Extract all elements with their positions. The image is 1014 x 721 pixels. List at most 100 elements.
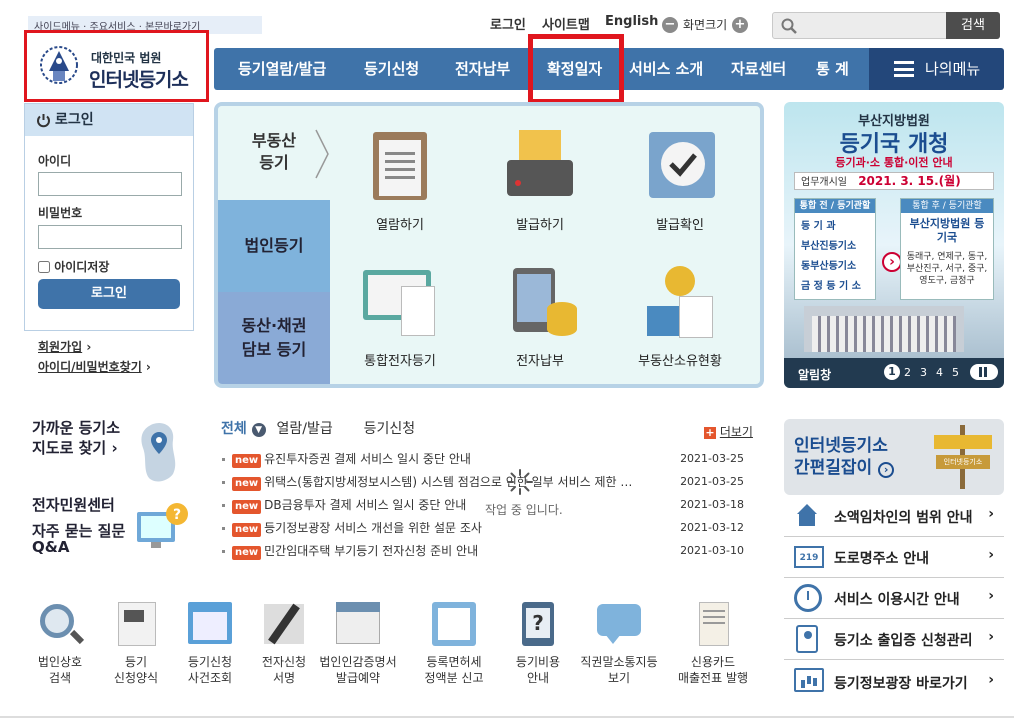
font-size-minus-button[interactable]: − xyxy=(662,17,678,33)
nav-service-intro[interactable]: 서비스 소개 xyxy=(629,48,703,90)
shortcut-seal-certificate[interactable]: 법인인감증명서 발급예약 xyxy=(318,600,398,686)
korea-map-pin-icon xyxy=(141,422,176,482)
news-more-link[interactable]: + 더보기 xyxy=(704,423,753,440)
question-phone-icon: ? xyxy=(514,600,562,648)
id-input[interactable] xyxy=(38,172,182,196)
search-icon xyxy=(781,18,797,34)
news-item[interactable]: new 위택스(통합지방세정보시스템) 시스템 점검으로 인한 일부 서비스 제한… xyxy=(222,473,752,496)
quick-guide-line2-row: 간편길잡이 › xyxy=(794,457,895,479)
nav-view-issue[interactable]: 등기열람/발급 xyxy=(238,48,326,90)
search-bar: 검색 xyxy=(772,12,1000,39)
quick-guide-line1: 인터넷등기소 xyxy=(794,436,888,456)
login-link[interactable]: 로그인 xyxy=(490,14,526,34)
banner-page-5[interactable]: 5 xyxy=(952,366,959,379)
nav-data-center[interactable]: 자료센터 xyxy=(731,48,786,90)
logo-big-text: 인터넷등기소 xyxy=(89,69,189,91)
service-integrated[interactable]: 통합전자등기 xyxy=(340,266,460,369)
arrow-circle-icon: › xyxy=(878,462,895,478)
service-issue[interactable]: 발급하기 xyxy=(480,130,600,233)
quick-link-service-hours[interactable]: 서비스 이용시간 안내 › xyxy=(784,578,1004,619)
news-item[interactable]: new 등기정보광장 서비스 개선을 위한 설문 조사 2021-03-12 xyxy=(222,519,752,542)
news-item[interactable]: new 민간임대주택 부기등기 전자신청 준비 안내 2021-03-10 xyxy=(222,542,752,565)
bottom-label-1a: 법인상호 xyxy=(37,655,83,669)
join-link[interactable]: 회원가입 › xyxy=(38,337,151,357)
service-ownership[interactable]: 부동산소유현황 xyxy=(620,266,740,369)
banner-page-3[interactable]: 3 xyxy=(920,366,927,379)
bottom-label-3b: 사건조회 xyxy=(187,671,233,685)
quick-guide-banner[interactable]: 인터넷등기소 간편길잡이 › 인터넷등기소 xyxy=(784,419,1004,495)
nav-registration[interactable]: 등기신청 xyxy=(364,48,419,90)
my-menu-button[interactable]: 나의메뉴 xyxy=(869,48,1004,90)
search-button[interactable]: 검색 xyxy=(946,12,1000,39)
site-logo[interactable]: 대한민국 법원 인터넷등기소 xyxy=(24,30,209,102)
banner-page-4[interactable]: 4 xyxy=(936,366,943,379)
news-title: 등기정보광장 서비스 개선을 위한 설문 조사 xyxy=(264,521,482,535)
civil-center-link[interactable]: 전자민원센터 자주 묻는 질문 Q&A xyxy=(32,497,125,555)
font-size-label: 화면크기 xyxy=(683,18,728,32)
service-verify[interactable]: 발급확인 xyxy=(620,130,740,233)
service-e-payment[interactable]: 전자납부 xyxy=(480,266,600,369)
civil-line1: 전자민원센터 xyxy=(32,496,115,514)
shortcut-corp-name-search[interactable]: 법인상호 검색 xyxy=(20,600,100,686)
shortcut-e-sign[interactable]: 전자신청 서명 xyxy=(244,600,324,686)
search-input[interactable] xyxy=(801,16,941,34)
new-badge: new xyxy=(232,454,262,468)
quick-link-road-address[interactable]: 219 도로명주소 안내 › xyxy=(784,537,1004,578)
service-issue-label: 발급하기 xyxy=(516,218,564,233)
chevron-right-icon: › xyxy=(988,672,994,688)
pause-icon[interactable] xyxy=(970,364,998,380)
shortcut-case-lookup[interactable]: 등기신청 사건조회 xyxy=(170,600,250,686)
shortcut-registry-fee[interactable]: ? 등기비용 안내 xyxy=(498,600,578,686)
news-item[interactable]: new 유진투자증권 결제 서비스 일시 중단 안내 2021-03-25 xyxy=(222,450,752,473)
banner-page-1[interactable]: 1 xyxy=(884,364,900,380)
tab-real-estate[interactable]: 부동산 등기 xyxy=(218,106,330,200)
quick-link-data-plaza[interactable]: 등기정보광장 바로가기 › xyxy=(784,660,1004,701)
svg-text:?: ? xyxy=(173,507,181,523)
monitor-documents-icon xyxy=(363,266,437,340)
bottom-label-3a: 등기신청 xyxy=(187,655,233,669)
court-emblem-icon xyxy=(40,46,78,84)
news-tab-view[interactable]: 열람/발급 xyxy=(277,421,333,437)
bottom-label-1b: 검색 xyxy=(48,671,72,685)
shortcut-forms[interactable]: 등기 신청양식 xyxy=(96,600,176,686)
service-view[interactable]: 열람하기 xyxy=(340,130,460,233)
bottom-label-5a: 법인인감증명서 xyxy=(319,655,397,669)
login-header: 로그인 xyxy=(25,104,193,136)
quick-link-tenant[interactable]: 소액임차인의 범위 안내 › xyxy=(784,496,1004,537)
login-button[interactable]: 로그인 xyxy=(38,279,180,309)
quick-link-access-card[interactable]: 등기소 출입증 신청관리 › xyxy=(784,619,1004,660)
banner-right-desc: 동래구, 연제구, 동구, 부산진구, 서구, 중구, 영도구, 금정구 xyxy=(906,252,988,286)
notice-banner[interactable]: 부산지방법원 등기국 개청 등기과·소 통합·이전 안내 업무개시일 2021.… xyxy=(784,102,1004,388)
nav-statistics[interactable]: 통 계 xyxy=(816,48,849,90)
service-view-label: 열람하기 xyxy=(376,218,424,233)
password-input[interactable] xyxy=(38,225,182,249)
save-id-checkbox[interactable] xyxy=(38,261,50,273)
quick-guide-line2: 간편길잡이 xyxy=(794,458,873,478)
tab-movable-label: 동산·채권 담보 등기 xyxy=(241,316,307,359)
power-icon xyxy=(37,114,50,128)
find-account-link[interactable]: 아이디/비밀번호찾기 › xyxy=(38,357,151,377)
news-title: 유진투자증권 결제 서비스 일시 중단 안내 xyxy=(264,452,471,466)
news-tab-registration[interactable]: 등기신청 xyxy=(364,421,416,437)
news-date: 2021-03-10 xyxy=(680,544,744,557)
english-link[interactable]: English xyxy=(605,14,658,34)
sitemap-link[interactable]: 사이트맵 xyxy=(542,14,590,34)
tab-corporate[interactable]: 법인등기 xyxy=(218,200,330,292)
shortcut-card-receipt[interactable]: 신용카드 매출전표 발행 xyxy=(668,600,758,686)
tab-corporate-label: 법인등기 xyxy=(244,236,304,255)
service-panel: 부동산 등기 법인등기 동산·채권 담보 등기 열람하기 발급하기 발급확인 통… xyxy=(214,102,764,388)
shortcut-license-tax[interactable]: 등록면허세 정액분 신고 xyxy=(414,600,494,686)
nearby-registry-link[interactable]: 가까운 등기소 지도로 찾기 › xyxy=(32,418,120,458)
shortcut-cancellation-notice[interactable]: 직권말소통지등 보기 xyxy=(574,600,664,686)
banner-page-2[interactable]: 2 xyxy=(904,366,911,379)
bottom-label-4b: 서명 xyxy=(272,671,296,685)
bottom-label-7a: 등기비용 xyxy=(515,655,561,669)
chart-monitor-icon xyxy=(794,668,824,692)
nav-e-payment[interactable]: 전자납부 xyxy=(455,48,510,90)
chevron-right-icon: › xyxy=(988,506,994,522)
font-size-plus-button[interactable]: + xyxy=(732,17,748,33)
clock-icon xyxy=(794,584,822,612)
news-tab-all[interactable]: 전체 xyxy=(221,421,247,437)
id-label: 아이디 xyxy=(38,154,72,168)
tab-movable[interactable]: 동산·채권 담보 등기 xyxy=(218,292,330,384)
